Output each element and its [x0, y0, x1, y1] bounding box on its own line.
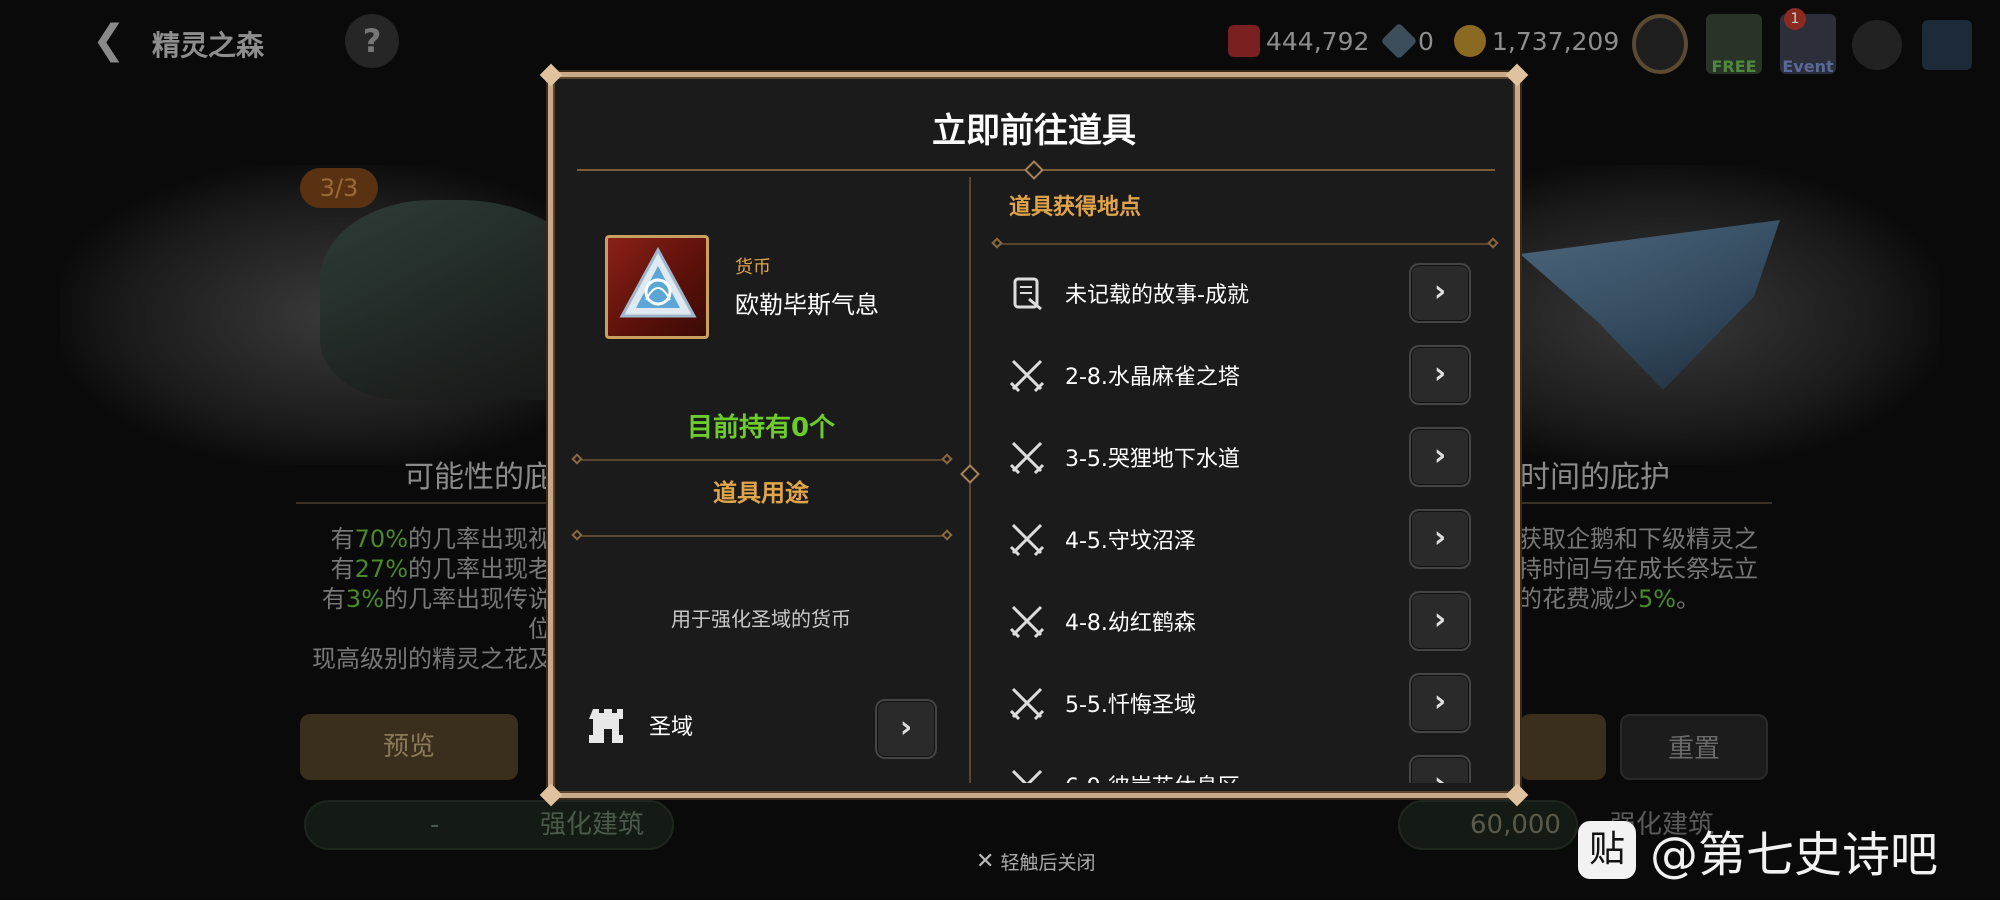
item-category: 货币: [735, 257, 771, 278]
divider: [1520, 502, 1772, 504]
section-divider: [577, 535, 947, 537]
dialog-title: 立即前往道具: [932, 111, 1136, 151]
sources-list[interactable]: 未记载的故事-成就 › 2-8.水晶麻雀之塔 › 3-5.哭狸地下水道 › 4-…: [993, 249, 1493, 783]
right-building-desc: 获取企鹅和下级精灵之 持时间与在成长祭坛立 的花费减少5%。: [1518, 524, 1818, 614]
event-label: Event: [1782, 57, 1834, 76]
desc-line: 持时间与在成长祭坛立: [1518, 555, 1758, 583]
source-row: 3-5.哭狸地下水道 ›: [993, 425, 1493, 489]
divider-ornament: [941, 453, 953, 465]
mail-count-badge: 1: [1784, 8, 1806, 30]
source-row: 6-9.彼岸花休息区 ›: [993, 753, 1493, 783]
currency-value: 1,737,209: [1492, 26, 1620, 56]
close-hint-label: 轻触后关闭: [1000, 852, 1096, 874]
source-label: 2-8.水晶麻雀之塔: [1065, 365, 1240, 390]
battle-ready-icon[interactable]: [1632, 14, 1688, 74]
source-row: 未记载的故事-成就 ›: [993, 261, 1493, 325]
source-row: 2-8.水晶麻雀之塔 ›: [993, 343, 1493, 407]
help-button[interactable]: ?: [345, 14, 399, 68]
section-divider: [577, 459, 947, 461]
desc-line: 有3%的几率出现传说位: [321, 585, 552, 643]
source-label: 6-9.彼岸花休息区: [1065, 769, 1240, 783]
preview-button[interactable]: 预览: [300, 714, 518, 780]
left-building-desc: 有70%的几率出现视 有27%的几率出现老 有3%的几率出现传说位 现高级别的精…: [300, 524, 552, 674]
source-row: 5-5.忏悔圣域 ›: [993, 671, 1493, 735]
shop-free-button[interactable]: FREE: [1706, 14, 1762, 76]
tap-to-close-hint[interactable]: ✕ 轻触后关闭: [976, 848, 1095, 875]
divider-ornament: [941, 529, 953, 541]
divider: [296, 502, 548, 504]
go-sanctuary-button[interactable]: ›: [875, 699, 937, 759]
source-label: 未记载的故事-成就: [1065, 283, 1249, 308]
gold-coin-icon: [1454, 25, 1486, 57]
desc-line: 有70%的几率出现视: [330, 525, 552, 553]
reset-button[interactable]: 重置: [1620, 714, 1768, 780]
page-badge: 3/3: [300, 168, 378, 208]
chat-icon[interactable]: [1852, 20, 1902, 70]
red-gem-icon: [1228, 25, 1260, 57]
source-row: 4-5.守坟沼泽 ›: [993, 507, 1493, 571]
divider-ornament: [571, 529, 583, 541]
crossed-swords-icon: [1009, 687, 1045, 721]
usage-title: 道具用途: [713, 479, 809, 507]
source-label: 4-5.守坟沼泽: [1065, 529, 1196, 554]
source-label: 4-8.幼红鹤森: [1065, 611, 1196, 636]
currency-value: 444,792: [1266, 26, 1370, 56]
source-label: 3-5.哭狸地下水道: [1065, 447, 1240, 472]
menu-grid-icon[interactable]: [1922, 20, 1972, 70]
divider-ornament: [571, 453, 583, 465]
currency-value: 0: [1418, 26, 1434, 56]
upgrade-bar-left[interactable]: - 强化建筑: [304, 800, 674, 850]
upgrade-cost-right: 60,000: [1470, 810, 1561, 840]
section-divider: [997, 243, 1497, 245]
desc-line: 现高级别的精灵之花及: [312, 645, 552, 673]
ormus-crystal-icon: [1380, 22, 1418, 60]
divider-ornament: [991, 237, 1003, 249]
upgrade-bar-right[interactable]: 60,000: [1398, 800, 1578, 850]
upgrade-label-left: 强化建筑: [540, 810, 645, 840]
go-button[interactable]: ›: [1409, 755, 1471, 783]
top-bar: ❮ 精灵之森 ? 444,792 0 1,737,209 FREE Event …: [0, 0, 2000, 80]
go-button[interactable]: ›: [1409, 591, 1471, 651]
go-button[interactable]: ›: [1409, 345, 1471, 405]
free-label: FREE: [1711, 57, 1757, 76]
tieba-logo: 贴: [1578, 821, 1636, 879]
desc-line: 获取企鹅和下级精灵之: [1518, 525, 1758, 553]
close-icon: ✕: [976, 849, 995, 874]
ormus-breath-icon: [605, 235, 709, 339]
upgrade-button-right[interactable]: [1520, 714, 1606, 780]
upgrade-cost-left: -: [430, 810, 440, 840]
desc-line: 有27%的几率出现老: [330, 555, 552, 583]
crossed-swords-icon: [1009, 441, 1045, 475]
crossed-swords-icon: [1009, 523, 1045, 557]
sanctuary-tower-icon: [589, 709, 623, 743]
go-button[interactable]: ›: [1409, 509, 1471, 569]
scene-title: 精灵之森: [152, 29, 265, 62]
sources-title: 道具获得地点: [1009, 195, 1142, 220]
scroll-icon: [1013, 277, 1042, 311]
desc-line: 的花费减少5%。: [1518, 585, 1701, 613]
watermark: 贴 @第七史诗吧: [1578, 815, 1938, 885]
item-source-dialog: 立即前往道具 货币 欧勒毕斯气息 目前持有0个 道具用途 用于强化圣域的货币 圣…: [539, 63, 1529, 807]
item-name: 欧勒毕斯气息: [735, 291, 879, 319]
crossed-swords-icon: [1009, 605, 1045, 639]
go-button[interactable]: ›: [1409, 427, 1471, 487]
divider-ornament: [1487, 237, 1499, 249]
crossed-swords-icon: [1009, 359, 1045, 393]
owned-count: 目前持有0个: [686, 413, 836, 443]
usage-description: 用于强化圣域的货币: [671, 607, 851, 631]
divider-ornament: [1024, 160, 1044, 180]
crossed-swords-icon: [1011, 769, 1043, 783]
currency-ormus-crystal[interactable]: 0: [1380, 22, 1434, 60]
go-button[interactable]: ›: [1409, 263, 1471, 323]
right-building-heading: 时间的庇护: [1520, 460, 1670, 495]
source-row: 4-8.幼红鹤森 ›: [993, 589, 1493, 653]
go-button[interactable]: ›: [1409, 673, 1471, 733]
back-button[interactable]: ❮: [92, 18, 132, 62]
currency-gold[interactable]: 1,737,209: [1454, 24, 1619, 58]
currency-red-gem[interactable]: 444,792: [1228, 24, 1369, 58]
usage-location-label: 圣域: [649, 715, 694, 740]
source-label: 5-5.忏悔圣域: [1065, 693, 1196, 718]
left-building-heading: 可能性的庇: [404, 460, 554, 495]
watermark-text: @第七史诗吧: [1650, 827, 1939, 883]
